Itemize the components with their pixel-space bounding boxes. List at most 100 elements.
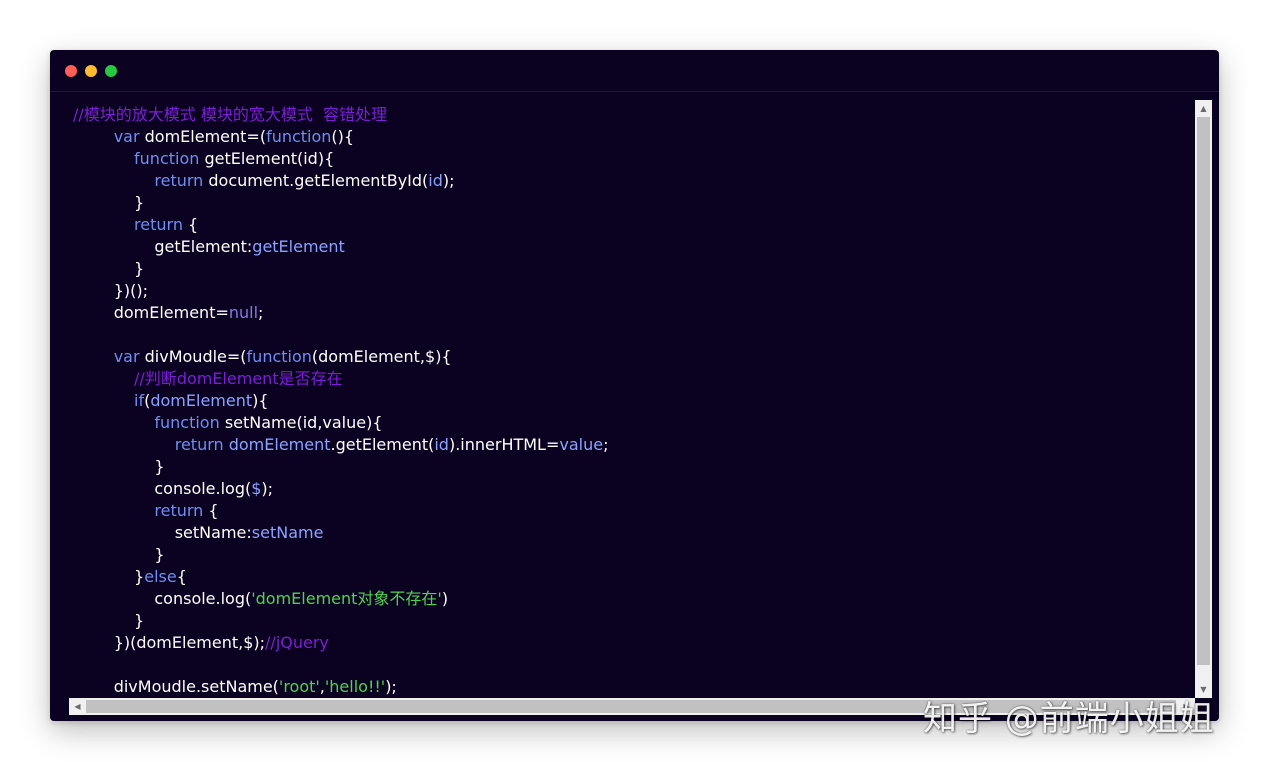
- code-token-punct: }: [73, 457, 165, 476]
- code-token-string: 'domElement对象不存在': [251, 589, 442, 608]
- code-line: return {: [73, 214, 608, 236]
- code-line: return {: [73, 500, 608, 522]
- code-token-prop: $: [251, 479, 262, 498]
- code-line: console.log('domElement对象不存在'): [73, 588, 608, 610]
- code-token-punct: );: [261, 479, 274, 498]
- code-line: function getElement(id){: [73, 148, 608, 170]
- code-token-punct: [73, 589, 154, 608]
- code-token-ident: console.log(: [154, 589, 252, 608]
- code-token-punct: );: [442, 171, 455, 190]
- code-token-punct: [73, 413, 154, 432]
- code-line: }: [73, 258, 608, 280]
- code-token-ident: domElement=: [113, 303, 229, 322]
- code-block: //模块的放大模式 模块的宽大模式 容错处理 var domElement=(f…: [73, 104, 608, 698]
- scroll-left-arrow-icon[interactable]: ◀: [69, 698, 86, 715]
- code-line: if(domElement){: [73, 390, 608, 412]
- code-token-punct: ;: [603, 435, 609, 454]
- code-line: setName:setName: [73, 522, 608, 544]
- code-token-punct: [73, 523, 175, 542]
- code-token-string: 'hello!!': [324, 677, 386, 696]
- code-token-ident: .getElement(: [330, 435, 435, 454]
- code-token-punct: }: [73, 193, 145, 212]
- code-token-punct: [73, 149, 134, 168]
- code-line: divMoudle.setName('root','hello!!');: [73, 676, 608, 698]
- code-token-keyword: var: [113, 127, 140, 146]
- code-line: //判断domElement是否存在: [73, 368, 608, 390]
- code-token-punct: (){: [331, 127, 355, 146]
- code-token-ident: document.getElementById(: [203, 171, 429, 190]
- code-token-punct: {: [203, 501, 219, 520]
- code-line: }: [73, 456, 608, 478]
- code-token-keyword: function: [246, 347, 312, 366]
- code-line: }: [73, 192, 608, 214]
- code-token-prop: getElement: [252, 237, 345, 256]
- code-token-ident: ).innerHTML=: [448, 435, 560, 454]
- maximize-dot-icon[interactable]: [105, 65, 117, 77]
- code-token-ident: divMoudle=: [139, 347, 241, 366]
- code-token-keyword: function: [134, 149, 200, 168]
- code-token-prop: setName: [251, 523, 324, 542]
- code-token-comment: //判断domElement是否存在: [134, 369, 343, 388]
- code-token-punct: [73, 237, 154, 256]
- code-token-keyword: return: [154, 171, 204, 190]
- watermark-text: 知乎 @前端小姐姐: [923, 699, 1215, 739]
- code-token-string: 'root': [278, 677, 320, 696]
- code-token-punct: [73, 127, 114, 146]
- code-token-punct: }: [73, 259, 145, 278]
- code-token-punct: {: [176, 567, 187, 586]
- code-token-punct: [73, 435, 175, 454]
- vertical-scrollbar[interactable]: ▲ ▼: [1195, 100, 1212, 698]
- code-token-punct: [73, 501, 154, 520]
- code-token-prop: id: [434, 435, 449, 454]
- code-line: var divMoudle=(function(domElement,$){: [73, 346, 608, 368]
- code-token-punct: [73, 391, 134, 410]
- code-token-punct: [73, 677, 114, 696]
- code-line: return document.getElementById(id);: [73, 170, 608, 192]
- code-token-punct: ){: [252, 391, 269, 410]
- code-token-ident: setName:: [174, 523, 252, 542]
- code-line: function setName(id,value){: [73, 412, 608, 434]
- code-window: //模块的放大模式 模块的宽大模式 容错处理 var domElement=(f…: [50, 50, 1219, 721]
- code-token-prop: value: [559, 435, 604, 454]
- code-token-punct: [73, 171, 154, 190]
- code-token-keyword: function: [266, 127, 332, 146]
- code-token-punct: ;: [258, 303, 264, 322]
- code-line: domElement=null;: [73, 302, 608, 324]
- code-line: getElement:getElement: [73, 236, 608, 258]
- close-dot-icon[interactable]: [65, 65, 77, 77]
- code-line: }: [73, 544, 608, 566]
- code-line: })();: [73, 280, 608, 302]
- code-token-ident: getElement:: [154, 237, 253, 256]
- scroll-up-arrow-icon[interactable]: ▲: [1195, 100, 1212, 117]
- code-editor-area[interactable]: //模块的放大模式 模块的宽大模式 容错处理 var domElement=(f…: [50, 92, 1195, 698]
- code-token-prop: domElement: [228, 435, 331, 454]
- code-token-comment: //模块的放大模式 模块的宽大模式 容错处理: [73, 105, 388, 124]
- code-line: return domElement.getElement(id).innerHT…: [73, 434, 609, 456]
- code-line: })(domElement,$);//jQuery: [73, 632, 608, 654]
- code-token-keyword: return: [154, 501, 204, 520]
- code-token-ident: domElement=: [139, 127, 260, 146]
- code-token-ident: console.log(: [154, 479, 252, 498]
- code-token-punct: ): [441, 589, 449, 608]
- code-token-keyword: function: [154, 413, 220, 432]
- code-token-keyword: var: [113, 347, 140, 366]
- code-token-punct: }: [73, 567, 145, 586]
- code-line: //模块的放大模式 模块的宽大模式 容错处理: [73, 104, 608, 126]
- code-token-punct: [73, 347, 114, 366]
- code-line: }else{: [73, 566, 608, 588]
- code-line: var domElement=(function(){: [73, 126, 608, 148]
- code-token-punct: [73, 215, 134, 234]
- code-token-ident: getElement(id){: [199, 149, 335, 168]
- code-token-keyword: return: [174, 435, 224, 454]
- code-token-keyword: if: [134, 391, 145, 410]
- code-line: }: [73, 610, 608, 632]
- vertical-scroll-thumb[interactable]: [1197, 117, 1210, 665]
- code-token-punct: }: [73, 545, 165, 564]
- code-token-prop: id: [428, 171, 443, 190]
- code-token-prop: domElement: [150, 391, 253, 410]
- code-token-comment: //jQuery: [265, 633, 329, 652]
- code-token-punct: [73, 479, 154, 498]
- title-bar: [50, 50, 1219, 92]
- minimize-dot-icon[interactable]: [85, 65, 97, 77]
